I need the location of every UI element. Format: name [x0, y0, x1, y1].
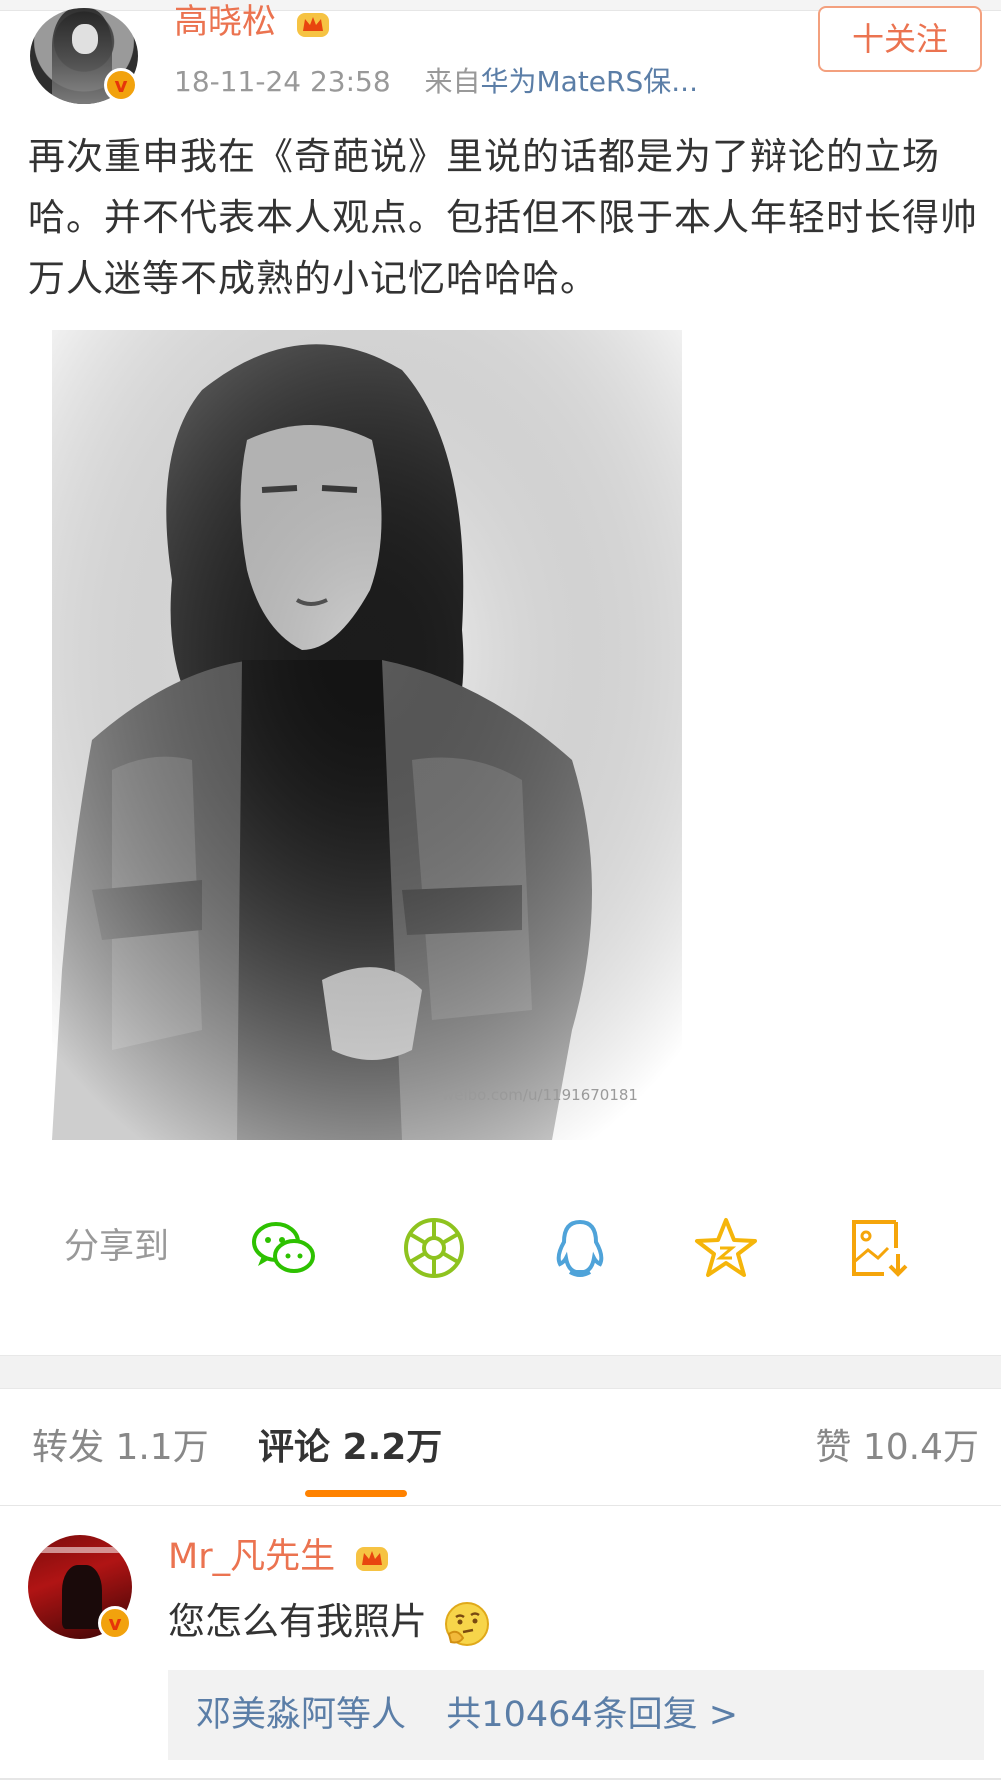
- tab-likes[interactable]: 赞 10.4万: [815, 1425, 979, 1471]
- moments-icon[interactable]: [398, 1212, 470, 1284]
- thinking-emoji-icon: [444, 1601, 489, 1646]
- verified-badge-icon: v: [104, 68, 138, 102]
- commenter-verified-badge-icon: v: [98, 1606, 132, 1640]
- qzone-star-icon[interactable]: [690, 1212, 762, 1284]
- reply-summary[interactable]: 邓美淼阿等人 共10464条回复 >: [168, 1670, 984, 1760]
- crown-icon: [296, 12, 329, 37]
- post-meta: 18-11-24 23:58 来自华为MateRS保...: [174, 62, 698, 102]
- reply-names[interactable]: 邓美淼阿等人: [196, 1695, 406, 1735]
- crown-icon: [356, 1547, 389, 1571]
- comment-text-content: 您怎么有我照片: [168, 1600, 427, 1643]
- commenter-name-text[interactable]: Mr_凡先生: [168, 1537, 335, 1577]
- photo-watermark: weibo.com/u/1191670181: [442, 1086, 638, 1104]
- active-tab-indicator: [305, 1490, 407, 1497]
- post-photo[interactable]: weibo.com/u/1191670181: [52, 330, 682, 1140]
- share-label: 分享到: [64, 1227, 170, 1267]
- post-text: 再次重申我在《奇葩说》里说的话都是为了辩论的立场哈。并不代表本人观点。包括但不限…: [28, 135, 978, 300]
- save-image-icon[interactable]: [844, 1212, 916, 1284]
- wechat-icon[interactable]: [248, 1212, 320, 1284]
- author-name[interactable]: 高晓松: [174, 0, 331, 44]
- commenter-name[interactable]: Mr_凡先生: [168, 1534, 390, 1580]
- author-name-text[interactable]: 高晓松: [174, 2, 276, 42]
- post-source-link[interactable]: 华为MateRS保...: [481, 65, 698, 98]
- comment-text: 您怎么有我照片: [168, 1598, 491, 1648]
- post-source-prefix: 来自: [424, 65, 481, 98]
- tabs-divider: [0, 1505, 1001, 1506]
- reply-count-link[interactable]: 共10464条回复 >: [446, 1695, 738, 1735]
- section-gap: [0, 1355, 1001, 1389]
- qq-icon[interactable]: [544, 1212, 616, 1284]
- follow-button[interactable]: 十关注: [818, 6, 982, 72]
- tab-reposts[interactable]: 转发 1.1万: [32, 1425, 209, 1471]
- tab-comments[interactable]: 评论 2.2万: [258, 1425, 442, 1471]
- post-time: 18-11-24 23:58: [174, 65, 391, 98]
